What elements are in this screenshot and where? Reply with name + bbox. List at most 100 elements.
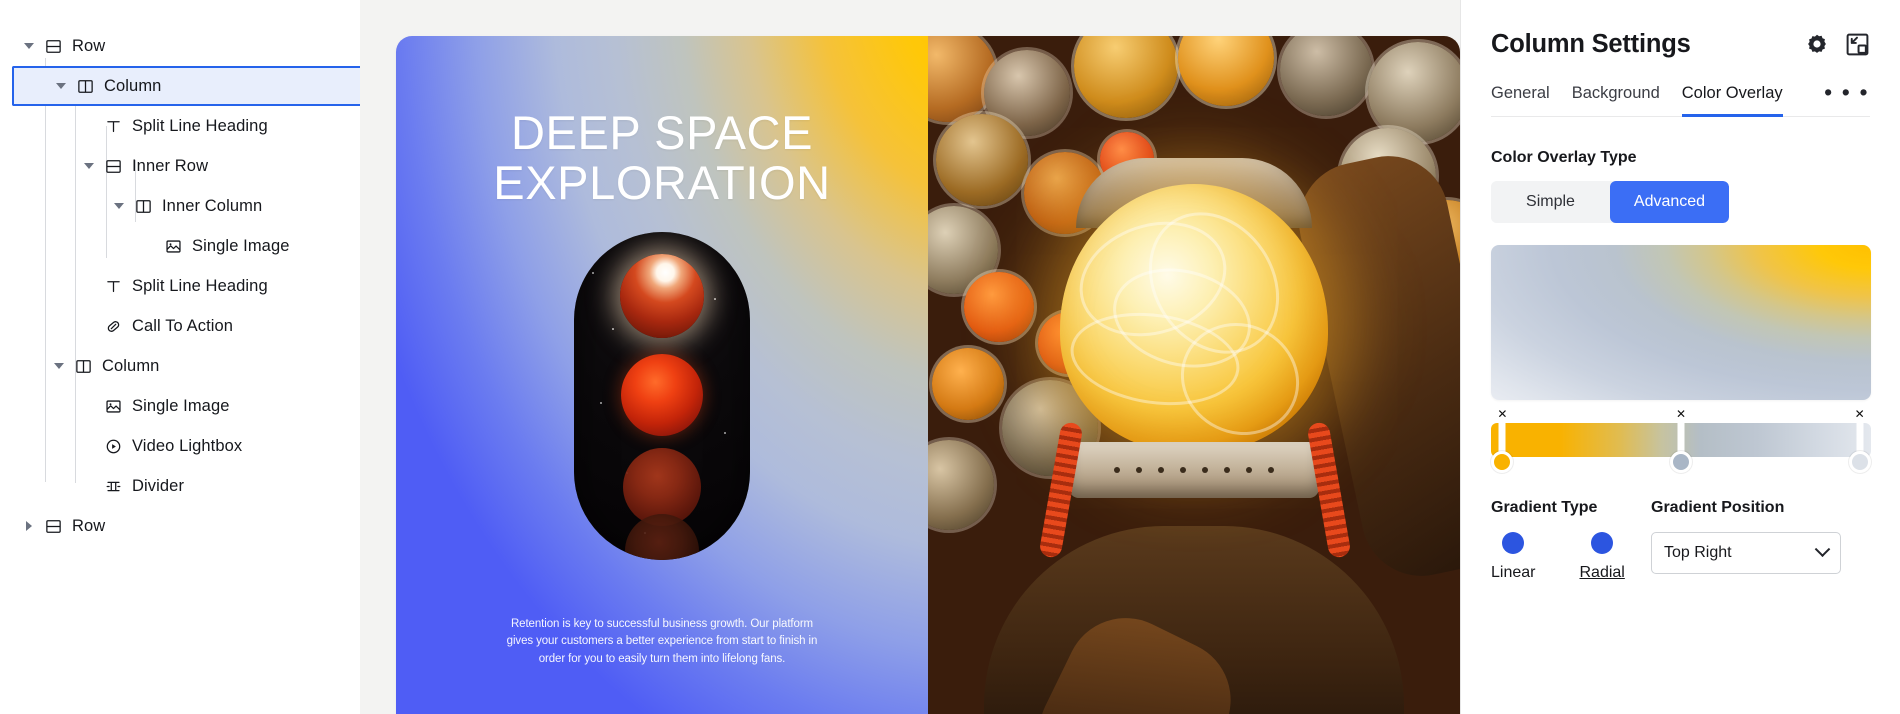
layers-tree-panel: Row Column Split Line Heading Inner Row Inne…: [0, 0, 360, 714]
hero-heading-line-2: EXPLORATION: [493, 156, 831, 210]
column-icon: [72, 75, 98, 97]
layer-item-inner-column[interactable]: Inner Column: [0, 186, 360, 226]
gradient-type-label: Gradient Type: [1491, 499, 1598, 516]
layer-item-label: Single Image: [132, 396, 230, 415]
astronaut-helmet: [1049, 158, 1339, 498]
layer-item-split-line-heading[interactable]: Split Line Heading: [0, 106, 360, 146]
layer-item-label: Call To Action: [132, 316, 234, 335]
tabs-overflow-icon[interactable]: • • •: [1824, 81, 1870, 116]
gradient-position-value: Top Right: [1664, 544, 1732, 561]
settings-tabs: General Background Color Overlay • • •: [1491, 81, 1870, 117]
layer-item-split-line-heading[interactable]: Split Line Heading: [0, 266, 360, 306]
page-title: Column Settings: [1491, 30, 1691, 58]
gradient-type-group: Gradient Type Linear Radial: [1491, 499, 1651, 582]
hero-heading-line-1: DEEP SPACE: [510, 106, 814, 159]
layer-item-row[interactable]: Row: [0, 26, 360, 66]
row-icon: [100, 155, 126, 177]
page-preview[interactable]: DEEP SPACE EXPLORATION Retention is key …: [396, 36, 1460, 714]
gradient-stop-handle-2[interactable]: [1670, 451, 1692, 473]
layer-item-label: Split Line Heading: [132, 116, 268, 135]
image-icon: [100, 395, 126, 417]
gradient-stop-handle-1[interactable]: [1491, 451, 1514, 473]
layer-item-label: Column: [102, 356, 160, 375]
moon-phase-4: [625, 514, 699, 560]
collapse-panel-icon[interactable]: [1845, 32, 1870, 57]
layer-item-label: Divider: [132, 476, 185, 495]
overlay-type-simple-button[interactable]: Simple: [1491, 181, 1610, 223]
layers-tree-list: Row Column Split Line Heading Inner Row Inne…: [0, 26, 360, 546]
overlay-type-advanced-button[interactable]: Advanced: [1610, 181, 1729, 223]
gradient-type-linear-option[interactable]: Linear: [1491, 532, 1535, 582]
gradient-stop-editor[interactable]: ✕ ✕ ✕: [1491, 407, 1871, 473]
gradient-stop-remove-icon-3[interactable]: ✕: [1852, 407, 1867, 422]
moon-phase-2: [621, 354, 703, 436]
canvas-viewport[interactable]: DEEP SPACE EXPLORATION Retention is key …: [360, 0, 1460, 714]
layer-item-column[interactable]: Column: [12, 66, 360, 106]
gradient-type-linear-label: Linear: [1491, 564, 1536, 581]
layer-item-video-lightbox[interactable]: Video Lightbox: [0, 426, 360, 466]
layer-item-column[interactable]: Column: [0, 346, 360, 386]
layer-item-label: Column: [104, 76, 162, 95]
twisty-spacer: [78, 475, 100, 497]
app-root: Row Column Split Line Heading Inner Row Inne…: [0, 0, 1900, 714]
gradient-stop-handle-3[interactable]: [1848, 451, 1871, 473]
twisty-spacer: [78, 435, 100, 457]
color-overlay-type-label: Color Overlay Type: [1491, 149, 1637, 166]
chevron-down-icon[interactable]: [50, 75, 72, 97]
layer-item-single-image[interactable]: Single Image: [0, 226, 360, 266]
lunar-eclipse-image[interactable]: [574, 232, 750, 560]
chevron-right-icon[interactable]: [18, 515, 40, 537]
column-icon: [130, 195, 156, 217]
gradient-stop-remove-icon-1[interactable]: ✕: [1495, 407, 1510, 422]
gradient-stop-remove-icon-2[interactable]: ✕: [1674, 407, 1689, 422]
color-overlay-type-toggle: Simple Advanced: [1491, 181, 1729, 223]
row-icon: [40, 515, 66, 537]
chevron-down-icon[interactable]: [48, 355, 70, 377]
hero-column-right[interactable]: [928, 36, 1460, 714]
chevron-down-icon: [1814, 540, 1831, 557]
image-icon: [160, 235, 186, 257]
hero-body-text: Retention is key to successful business …: [506, 617, 818, 665]
layer-item-divider[interactable]: Divider: [0, 466, 360, 506]
twisty-spacer: [78, 395, 100, 417]
chevron-down-icon[interactable]: [18, 35, 40, 57]
tab-background[interactable]: Background: [1572, 84, 1660, 117]
settings-header-actions: [1805, 32, 1870, 57]
layer-item-label: Row: [72, 36, 106, 55]
twisty-spacer: [78, 315, 100, 337]
layer-item-call-to-action[interactable]: Call To Action: [0, 306, 360, 346]
helmet-collar: [1069, 442, 1319, 498]
gear-icon[interactable]: [1805, 33, 1829, 57]
hero-heading: DEEP SPACE EXPLORATION: [396, 106, 928, 210]
layer-item-row[interactable]: Row: [0, 506, 360, 546]
hero-column-left[interactable]: DEEP SPACE EXPLORATION Retention is key …: [396, 36, 928, 714]
tab-general[interactable]: General: [1491, 84, 1550, 117]
tab-color-overlay[interactable]: Color Overlay: [1681, 84, 1783, 117]
twisty-spacer: [138, 235, 160, 257]
gradient-preview[interactable]: [1491, 245, 1871, 400]
twisty-spacer: [78, 115, 100, 137]
gradient-type-radial-option[interactable]: Radial: [1579, 532, 1625, 582]
chevron-down-icon[interactable]: [108, 195, 130, 217]
layer-item-label: Video Lightbox: [132, 436, 243, 455]
layer-item-single-image[interactable]: Single Image: [0, 386, 360, 426]
radio-dot-linear-icon: [1502, 532, 1525, 554]
row-icon: [40, 35, 66, 57]
radio-dot-radial-icon: [1591, 532, 1614, 554]
layer-item-inner-row[interactable]: Inner Row: [0, 146, 360, 186]
chevron-down-icon[interactable]: [78, 155, 100, 177]
astronaut-photo: [928, 36, 1460, 714]
link-icon: [100, 315, 126, 337]
layer-item-label: Row: [72, 516, 106, 535]
gradient-position-group: Gradient Position Top Right: [1651, 499, 1870, 582]
gradient-position-select[interactable]: Top Right: [1651, 532, 1841, 574]
gradient-position-label: Gradient Position: [1651, 499, 1785, 516]
text-icon: [100, 275, 126, 297]
divider-icon: [100, 475, 126, 497]
layer-item-label: Split Line Heading: [132, 276, 268, 295]
layer-item-label: Inner Row: [132, 156, 209, 175]
layer-item-label: Inner Column: [162, 196, 263, 215]
column-icon: [70, 355, 96, 377]
gradient-options: Gradient Type Linear Radial Gradient Pos…: [1491, 499, 1870, 582]
moon-phase-1: [620, 254, 704, 338]
